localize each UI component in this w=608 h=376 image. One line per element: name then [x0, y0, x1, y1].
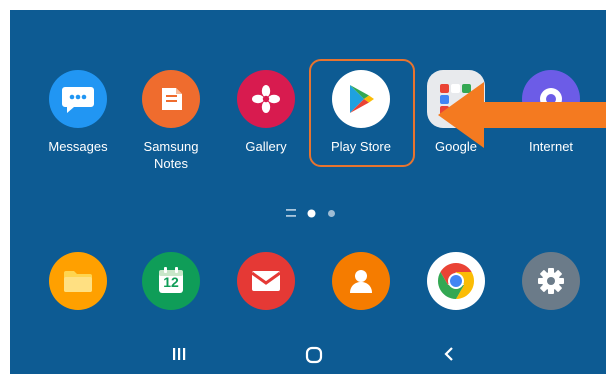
- chrome-icon: [427, 252, 485, 310]
- settings-icon: [522, 252, 580, 310]
- app-label: Messages: [48, 139, 108, 154]
- app-label: Gallery: [245, 139, 287, 154]
- app-label: Samsung Notes: [143, 139, 199, 171]
- my-files-icon: [49, 252, 107, 310]
- page-indicator: [286, 207, 336, 219]
- email-icon: [237, 252, 295, 310]
- calendar-date: 12: [163, 274, 179, 290]
- home-icon[interactable]: [305, 346, 323, 364]
- gallery-icon: [237, 70, 295, 128]
- dock-settings[interactable]: [506, 252, 596, 310]
- home-screen: Messages Samsung Notes Gallery Play Stor…: [10, 10, 606, 374]
- contacts-icon: [332, 252, 390, 310]
- app-samsung-notes[interactable]: Samsung Notes: [126, 70, 216, 172]
- back-icon[interactable]: [442, 346, 456, 362]
- highlight-frame: [309, 59, 415, 167]
- page-dot-active[interactable]: [307, 209, 316, 218]
- samsung-notes-icon: [142, 70, 200, 128]
- dock-chrome[interactable]: [411, 252, 501, 310]
- calendar-icon: 12: [142, 252, 200, 310]
- messages-icon: [49, 70, 107, 128]
- app-messages[interactable]: Messages: [33, 70, 123, 155]
- dock-contacts[interactable]: [316, 252, 406, 310]
- pointer-arrow: [438, 82, 606, 148]
- home-menu-icon: [286, 209, 296, 217]
- page-dot[interactable]: [327, 209, 336, 218]
- dock-calendar[interactable]: 12: [126, 252, 216, 310]
- recent-apps-icon[interactable]: [171, 346, 187, 362]
- dock-email[interactable]: [221, 252, 311, 310]
- app-gallery[interactable]: Gallery: [221, 70, 311, 155]
- dock-my-files[interactable]: [33, 252, 123, 310]
